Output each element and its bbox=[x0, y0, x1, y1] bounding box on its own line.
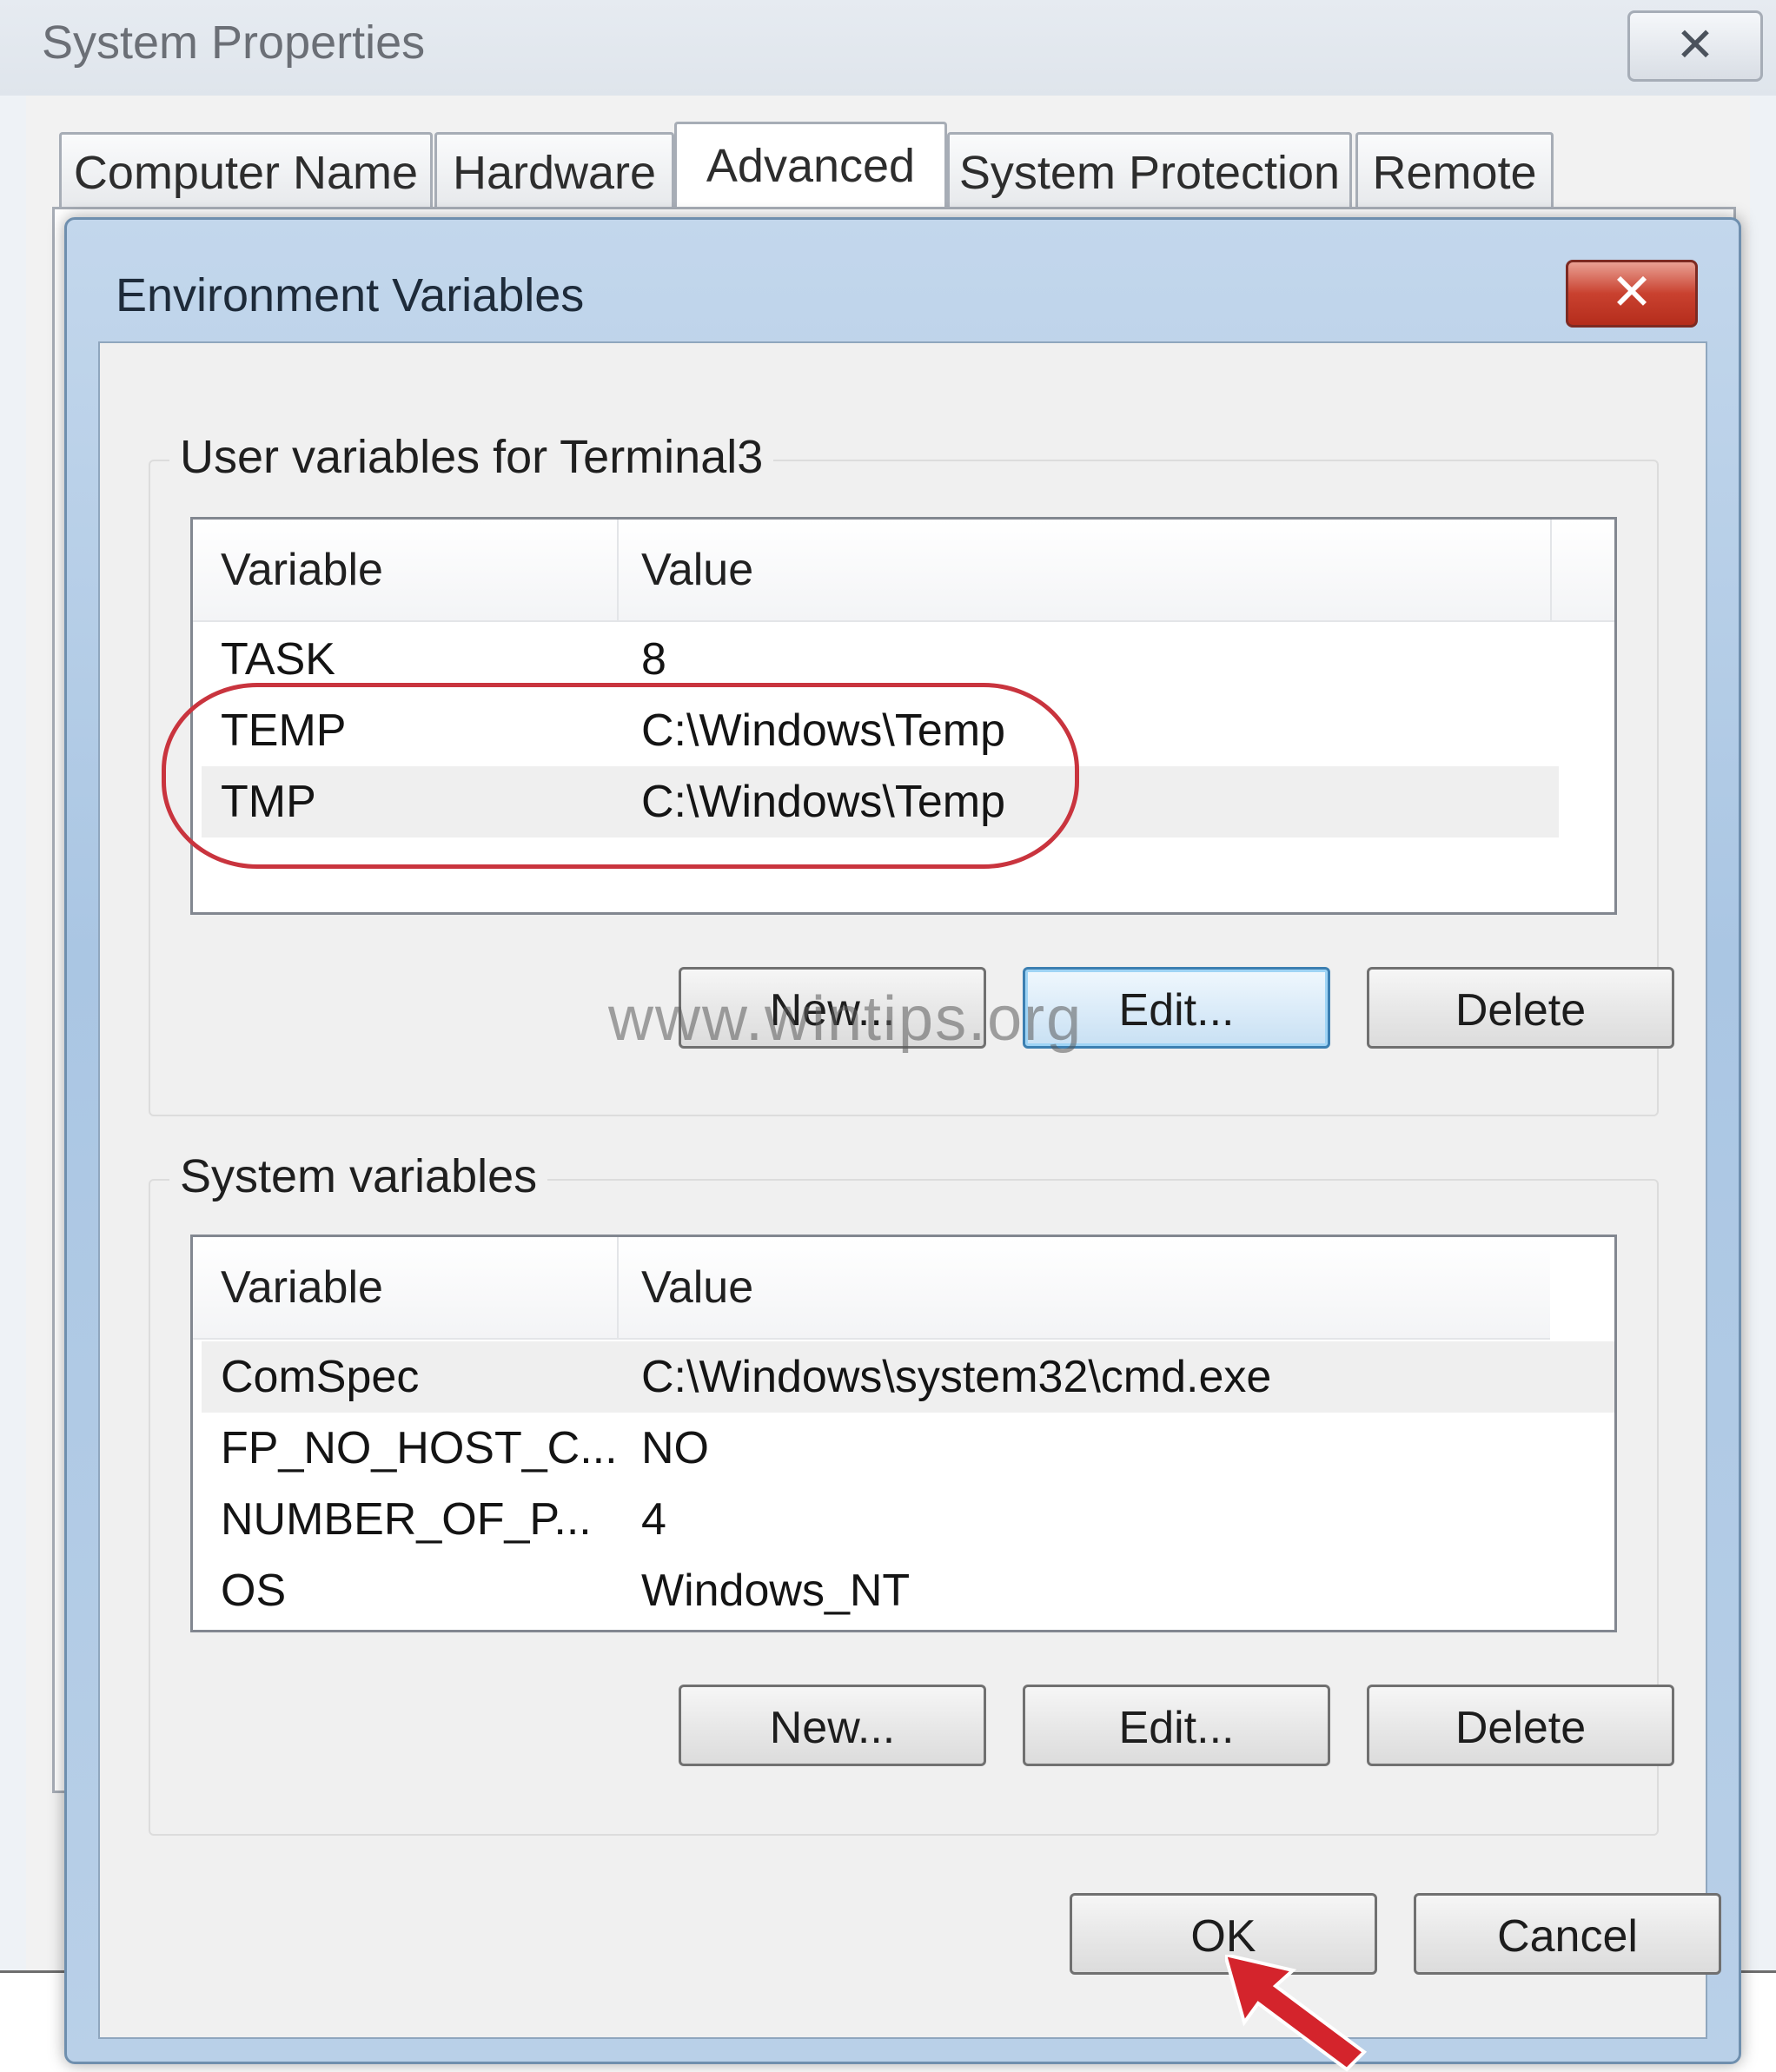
column-header-value[interactable]: Value bbox=[641, 520, 753, 620]
highlight-circle-annotation bbox=[162, 683, 1079, 869]
cancel-button[interactable]: Cancel bbox=[1414, 1893, 1721, 1975]
system-edit-button[interactable]: Edit... bbox=[1023, 1685, 1330, 1766]
system-new-button[interactable]: New... bbox=[679, 1685, 986, 1766]
list-row-number-of-processors[interactable]: NUMBER_OF_P... 4 bbox=[202, 1484, 1614, 1555]
variable-name: FP_NO_HOST_C... bbox=[221, 1423, 618, 1473]
button-label: Cancel bbox=[1497, 1911, 1638, 1962]
variable-name: NUMBER_OF_P... bbox=[221, 1494, 592, 1545]
window-title: System Properties bbox=[42, 17, 426, 69]
tab-hardware[interactable]: Hardware bbox=[434, 132, 674, 211]
column-separator[interactable] bbox=[617, 520, 619, 620]
variable-value: C:\Windows\system32\cmd.exe bbox=[641, 1352, 1272, 1402]
tab-remote[interactable]: Remote bbox=[1355, 132, 1554, 211]
variable-name: OS bbox=[221, 1566, 287, 1616]
tab-computer-name[interactable]: Computer Name bbox=[59, 132, 433, 211]
tab-label: Hardware bbox=[452, 147, 657, 199]
watermark-text: www.wintips.org bbox=[608, 984, 1083, 1054]
variable-name: ComSpec bbox=[221, 1352, 420, 1402]
system-delete-button[interactable]: Delete bbox=[1367, 1685, 1674, 1766]
system-properties-titlebar: System Properties ✕ bbox=[0, 0, 1776, 96]
column-header-variable[interactable]: Variable bbox=[221, 1237, 383, 1338]
button-label: Edit... bbox=[1118, 985, 1235, 1036]
list-header: Variable Value bbox=[193, 520, 1614, 622]
dialog-client-area: User variables for Terminal3 Variable Va… bbox=[98, 341, 1721, 2039]
environment-variables-dialog: Environment Variables ✕ User variables f… bbox=[64, 217, 1741, 2064]
dialog-close-button[interactable]: ✕ bbox=[1566, 260, 1698, 328]
close-icon: ✕ bbox=[1675, 19, 1715, 71]
column-header-value[interactable]: Value bbox=[641, 1237, 753, 1338]
variable-value: Windows_NT bbox=[641, 1566, 911, 1616]
column-separator[interactable] bbox=[617, 1237, 619, 1338]
tab-label: Computer Name bbox=[73, 147, 419, 199]
system-variables-label: System variables bbox=[169, 1149, 548, 1203]
tab-label: Remote bbox=[1372, 147, 1537, 199]
system-variables-list[interactable]: Variable Value ComSpec C:\Windows\system… bbox=[190, 1235, 1617, 1632]
column-header-variable[interactable]: Variable bbox=[221, 520, 383, 620]
close-icon: ✕ bbox=[1610, 264, 1653, 321]
button-label: Delete bbox=[1455, 985, 1587, 1036]
list-row-fp-no-host[interactable]: FP_NO_HOST_C... NO bbox=[202, 1413, 1614, 1484]
button-label: Delete bbox=[1455, 1703, 1587, 1753]
column-separator[interactable] bbox=[1550, 520, 1552, 620]
user-delete-button[interactable]: Delete bbox=[1367, 967, 1674, 1049]
variable-value: NO bbox=[641, 1423, 709, 1473]
list-row-os[interactable]: OS Windows_NT bbox=[202, 1555, 1614, 1626]
list-row-comspec[interactable]: ComSpec C:\Windows\system32\cmd.exe bbox=[202, 1341, 1614, 1413]
tab-label: Advanced bbox=[706, 140, 916, 192]
tab-label: System Protection bbox=[958, 147, 1341, 199]
tab-advanced[interactable]: Advanced bbox=[674, 122, 947, 215]
pointer-arrow-icon bbox=[1225, 1955, 1368, 2072]
tab-system-protection[interactable]: System Protection bbox=[947, 132, 1352, 211]
dialog-title: Environment Variables bbox=[116, 269, 585, 321]
list-header: Variable Value bbox=[193, 1237, 1550, 1340]
close-button[interactable]: ✕ bbox=[1627, 10, 1763, 82]
variable-value: 4 bbox=[641, 1494, 666, 1545]
user-variables-label: User variables for Terminal3 bbox=[169, 430, 774, 484]
button-label: New... bbox=[769, 1703, 896, 1753]
button-label: Edit... bbox=[1118, 1703, 1235, 1753]
